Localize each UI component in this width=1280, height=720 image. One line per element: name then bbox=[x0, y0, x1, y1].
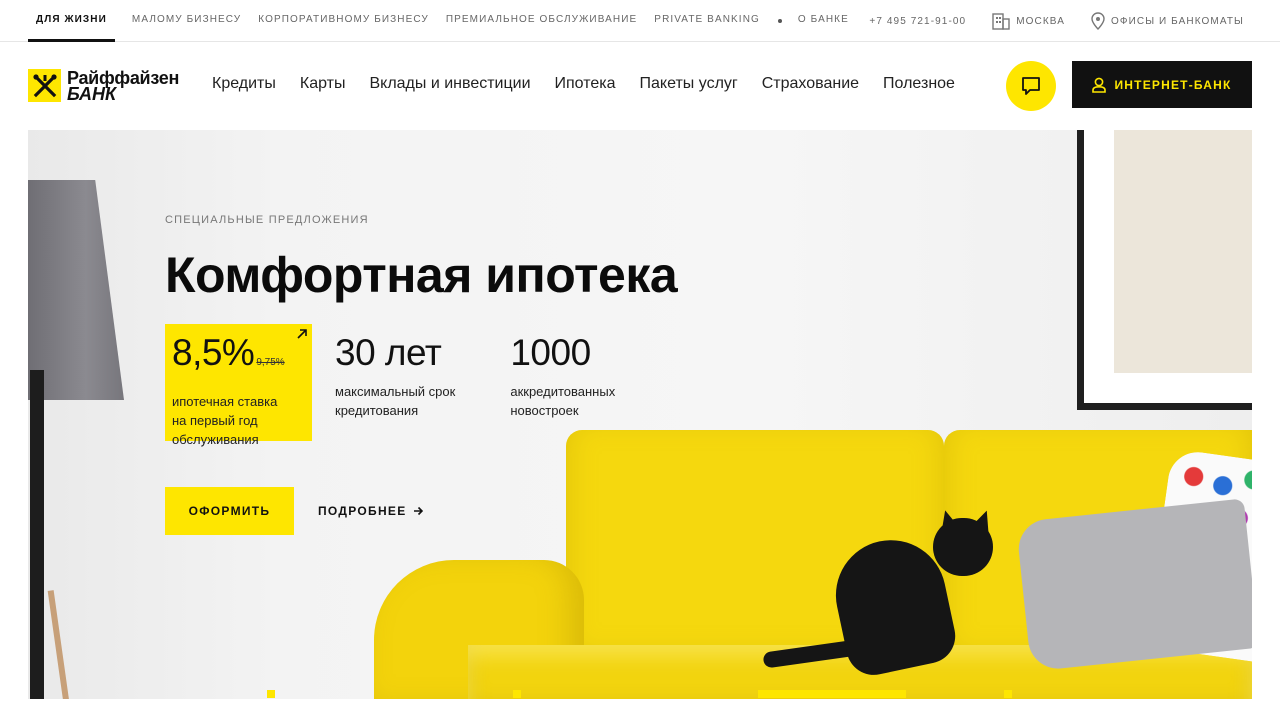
segment-tab-private-banking[interactable]: Private Banking bbox=[654, 0, 760, 42]
internet-bank-label: Интернет-банк bbox=[1114, 77, 1232, 92]
stat-term-desc-line: максимальный срок bbox=[335, 384, 456, 399]
stat-term-description: максимальный срок кредитования bbox=[335, 382, 455, 420]
stat-buildings-desc-line: новостроек bbox=[510, 403, 579, 418]
nav-packages[interactable]: Пакеты услуг bbox=[640, 75, 738, 93]
internet-bank-button[interactable]: Интернет-банк bbox=[1072, 61, 1252, 108]
slide-indicator[interactable] bbox=[1004, 690, 1012, 698]
stat-rate-value-row: 8,5% 9,75% bbox=[172, 332, 312, 384]
picture-frame-image bbox=[1077, 130, 1252, 410]
map-pin-icon bbox=[1091, 12, 1105, 30]
stat-rate-desc-line: на первый год bbox=[172, 413, 258, 428]
building-icon bbox=[992, 13, 1010, 30]
phone-link[interactable]: +7 495 721-91-00 bbox=[869, 16, 966, 27]
city-label: Москва bbox=[1016, 15, 1065, 27]
arrow-up-right-icon bbox=[297, 329, 307, 339]
segment-tab-about[interactable]: О банке bbox=[798, 0, 849, 42]
logo-text: Райффайзен БАНК bbox=[67, 69, 179, 104]
segment-tab-premium[interactable]: Премиальное обслуживание bbox=[446, 0, 637, 42]
hero-actions: Оформить Подробнее bbox=[165, 487, 423, 535]
segment-tab-small-business[interactable]: Малому бизнесу bbox=[132, 0, 241, 42]
apply-button[interactable]: Оформить bbox=[165, 487, 294, 535]
stat-term-desc-line: кредитования bbox=[335, 403, 419, 418]
stat-buildings-description: аккредитованных новостроек bbox=[510, 382, 615, 420]
main-nav: Кредиты Карты Вклады и инвестиции Ипотек… bbox=[212, 75, 979, 93]
slide-indicator[interactable] bbox=[513, 690, 521, 698]
hero-stats: 8,5% 9,75% ипотечная ставка на первый год… bbox=[165, 324, 615, 447]
bank-logo[interactable]: Райффайзен БАНК bbox=[28, 69, 179, 104]
stat-rate-desc-line: обслуживания bbox=[172, 432, 259, 447]
top-utility-bar: Для жизни Малому бизнесу Корпоративному … bbox=[0, 0, 1280, 42]
segment-nav: Для жизни Малому бизнесу Корпоративному … bbox=[28, 0, 866, 42]
offices-label: Офисы и банкоматы bbox=[1111, 15, 1244, 27]
city-selector[interactable]: Москва bbox=[992, 12, 1065, 30]
more-link[interactable]: Подробнее bbox=[318, 504, 423, 518]
phone-number: +7 495 721-91-00 bbox=[869, 15, 967, 27]
separator-dot bbox=[777, 19, 782, 23]
chat-button[interactable] bbox=[1006, 61, 1056, 111]
stat-term-value: 30 лет bbox=[335, 332, 442, 373]
raiffeisen-logo-icon bbox=[28, 69, 61, 102]
top-right-links: +7 495 721-91-00 Москва Офисы и банкомат… bbox=[843, 0, 1244, 42]
nav-useful[interactable]: Полезное bbox=[883, 75, 955, 93]
logo-line-2: БАНК bbox=[67, 83, 117, 104]
slider-indicators bbox=[0, 690, 1280, 700]
user-icon bbox=[1092, 77, 1107, 93]
cat-head-image bbox=[933, 518, 993, 576]
stat-rate-card[interactable]: 8,5% 9,75% ипотечная ставка на первый год… bbox=[165, 324, 312, 447]
nav-insurance[interactable]: Страхование bbox=[762, 75, 859, 93]
nav-credits[interactable]: Кредиты bbox=[212, 75, 276, 93]
stat-rate-old-value: 9,75% bbox=[256, 357, 285, 368]
nav-mortgage[interactable]: Ипотека bbox=[555, 75, 616, 93]
hero-banner: Специальные предложения Комфортная ипоте… bbox=[28, 130, 1252, 699]
stat-rate-value: 8,5% bbox=[172, 332, 255, 373]
main-header: Райффайзен БАНК Кредиты Карты Вклады и и… bbox=[0, 42, 1280, 130]
stat-rate-desc-line: ипотечная ставка bbox=[172, 394, 278, 409]
offices-link[interactable]: Офисы и банкоматы bbox=[1091, 12, 1244, 30]
more-link-label: Подробнее bbox=[318, 504, 407, 518]
segment-tab-personal[interactable]: Для жизни bbox=[28, 0, 115, 42]
arrow-right-icon bbox=[413, 506, 423, 516]
slide-indicator-active[interactable] bbox=[758, 690, 906, 698]
gray-pillow-image bbox=[1015, 498, 1252, 672]
lamp-pole-image bbox=[30, 370, 44, 699]
slide-indicator[interactable] bbox=[267, 690, 275, 698]
stat-buildings-value: 1000 bbox=[510, 332, 591, 373]
chat-icon bbox=[1022, 77, 1040, 95]
hero-content: Специальные предложения Комфортная ипоте… bbox=[165, 214, 678, 535]
nav-cards[interactable]: Карты bbox=[300, 75, 346, 93]
segment-tab-corporate[interactable]: Корпоративному бизнесу bbox=[258, 0, 429, 42]
hero-eyebrow: Специальные предложения bbox=[165, 214, 369, 226]
hero-title: Комфортная ипотека bbox=[165, 247, 678, 303]
stat-rate-description: ипотечная ставка на первый год обслужива… bbox=[172, 392, 312, 449]
stat-buildings: 1000 аккредитованных новостроек bbox=[510, 324, 615, 441]
stat-buildings-desc-line: аккредитованных bbox=[510, 384, 616, 399]
stat-term: 30 лет максимальный срок кредитования bbox=[335, 324, 455, 441]
nav-deposits[interactable]: Вклады и инвестиции bbox=[369, 75, 530, 93]
